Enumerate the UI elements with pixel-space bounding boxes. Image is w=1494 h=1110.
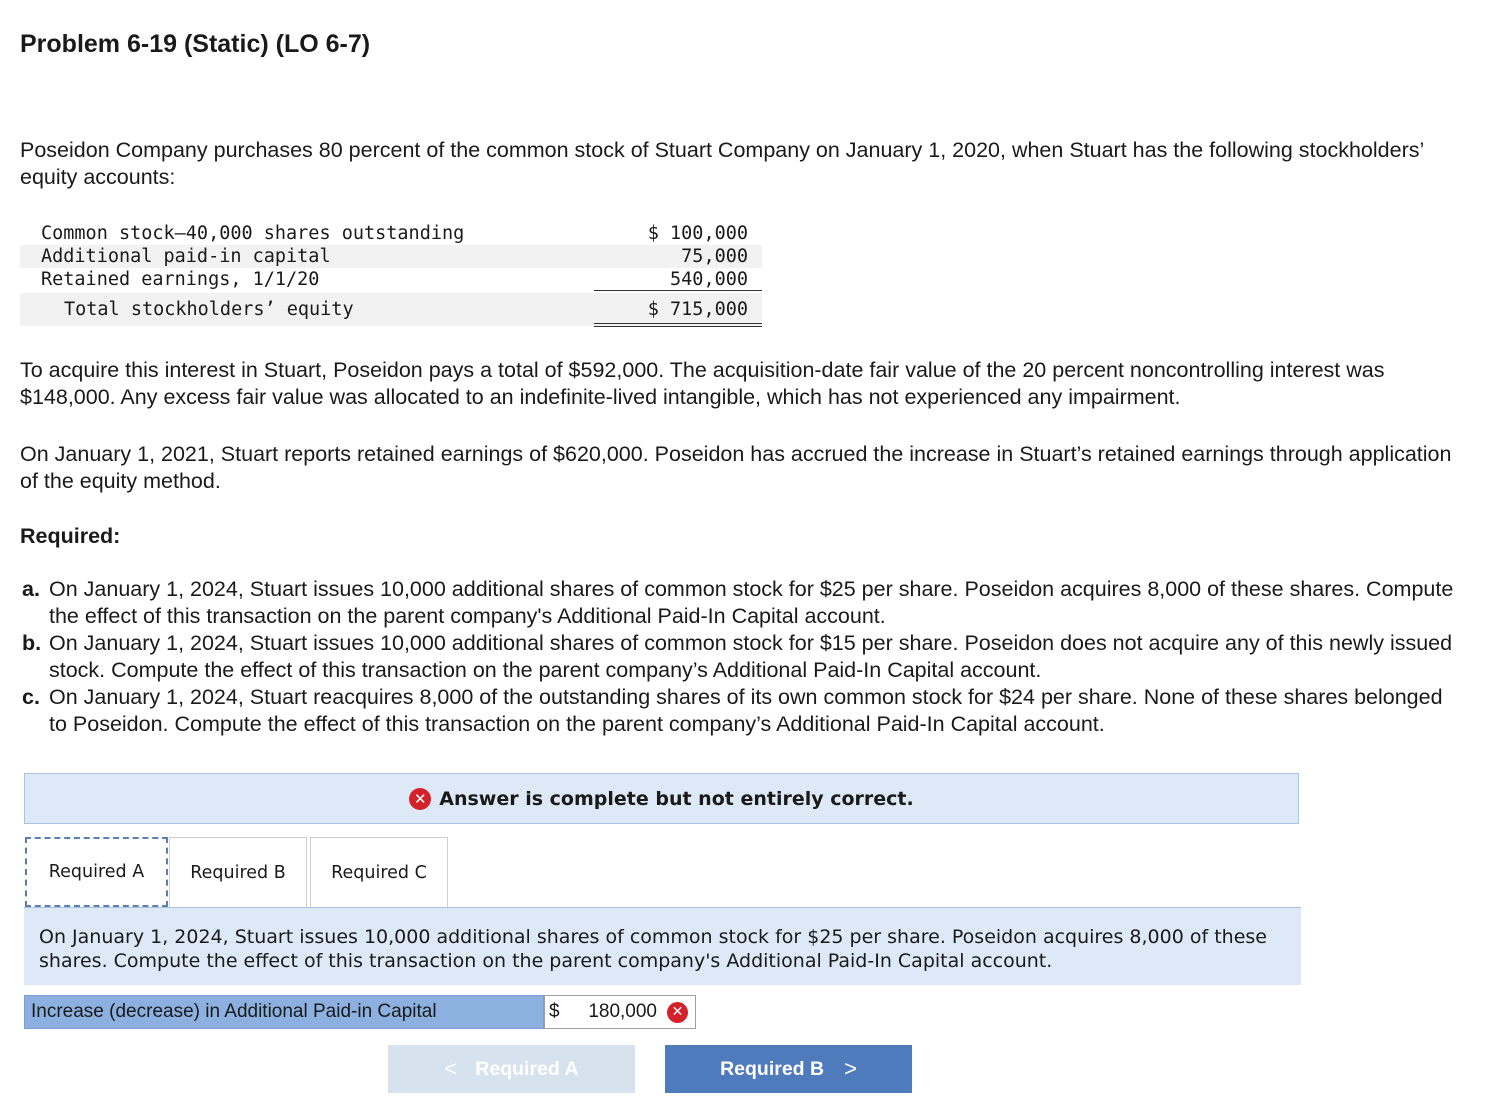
equity-row: Common stock—40,000 shares outstanding $… (20, 222, 762, 245)
equity-row-label: Common stock—40,000 shares outstanding (41, 223, 465, 244)
required-heading: Required: (20, 524, 121, 548)
equity-total-row: Total stockholders’ equity $ 715,000 (20, 293, 762, 326)
retained-earnings-paragraph: On January 1, 2021, Stuart reports retai… (20, 442, 1452, 493)
subtotal-rule (594, 290, 762, 291)
requirement-item: c. On January 1, 2024, Stuart reacquires… (22, 684, 1462, 738)
double-underline-rule (594, 323, 762, 324)
problem-title: Problem 6-19 (Static) (LO 6-7) (20, 30, 371, 58)
answer-status-banner: ✕ Answer is complete but not entirely co… (24, 773, 1299, 824)
tab-required-c[interactable]: Required C (310, 837, 448, 907)
prev-required-button[interactable]: < Required A (388, 1045, 635, 1093)
intro-paragraph: Poseidon Company purchases 80 percent of… (20, 138, 1424, 189)
equity-row: Retained earnings, 1/1/20 540,000 (20, 268, 762, 291)
question-text: On January 1, 2024, Stuart issues 10,000… (39, 926, 1267, 972)
tab-required-a[interactable]: Required A (25, 837, 168, 907)
currency-symbol: $ (549, 1001, 560, 1022)
equity-total-label: Total stockholders’ equity (64, 299, 354, 320)
equity-table: Common stock—40,000 shares outstanding $… (20, 222, 762, 327)
prev-button-label: Required A (475, 1057, 579, 1080)
chevron-right-icon: > (844, 1056, 857, 1081)
equity-row: Additional paid-in capital 75,000 (20, 245, 762, 268)
requirement-item: a. On January 1, 2024, Stuart issues 10,… (22, 576, 1462, 630)
requirements-list: a. On January 1, 2024, Stuart issues 10,… (22, 576, 1462, 738)
requirement-text: On January 1, 2024, Stuart issues 10,000… (49, 577, 1454, 628)
chevron-left-icon: < (444, 1056, 458, 1081)
acquisition-paragraph: To acquire this interest in Stuart, Pose… (20, 358, 1385, 409)
equity-row-label: Retained earnings, 1/1/20 (41, 269, 320, 290)
equity-row-value: $ 100,000 (647, 223, 748, 244)
answer-status-text: Answer is complete but not entirely corr… (439, 787, 914, 810)
requirement-text: On January 1, 2024, Stuart reacquires 8,… (49, 685, 1443, 736)
question-panel: On January 1, 2024, Stuart issues 10,000… (24, 907, 1301, 985)
double-underline-rule (594, 326, 762, 327)
requirement-marker: c. (22, 685, 40, 709)
tab-required-b[interactable]: Required B (169, 837, 307, 907)
requirement-marker: b. (22, 631, 42, 655)
equity-row-value: 540,000 (670, 269, 748, 290)
x-circle-icon: ✕ (667, 1002, 688, 1023)
answer-value[interactable]: 180,000 (588, 996, 657, 1028)
requirement-item: b. On January 1, 2024, Stuart issues 10,… (22, 630, 1462, 684)
next-required-button[interactable]: Required B > (665, 1045, 912, 1093)
equity-row-value: 75,000 (681, 246, 748, 267)
next-button-label: Required B (720, 1057, 825, 1080)
answer-label: Increase (decrease) in Additional Paid-i… (24, 995, 544, 1029)
requirement-marker: a. (22, 577, 40, 601)
equity-total-value: $ 715,000 (647, 299, 748, 320)
x-circle-icon: ✕ (409, 787, 432, 810)
answer-input[interactable]: $ 180,000 ✕ (544, 995, 696, 1029)
equity-row-label: Additional paid-in capital (41, 246, 331, 267)
requirement-text: On January 1, 2024, Stuart issues 10,000… (49, 631, 1453, 682)
